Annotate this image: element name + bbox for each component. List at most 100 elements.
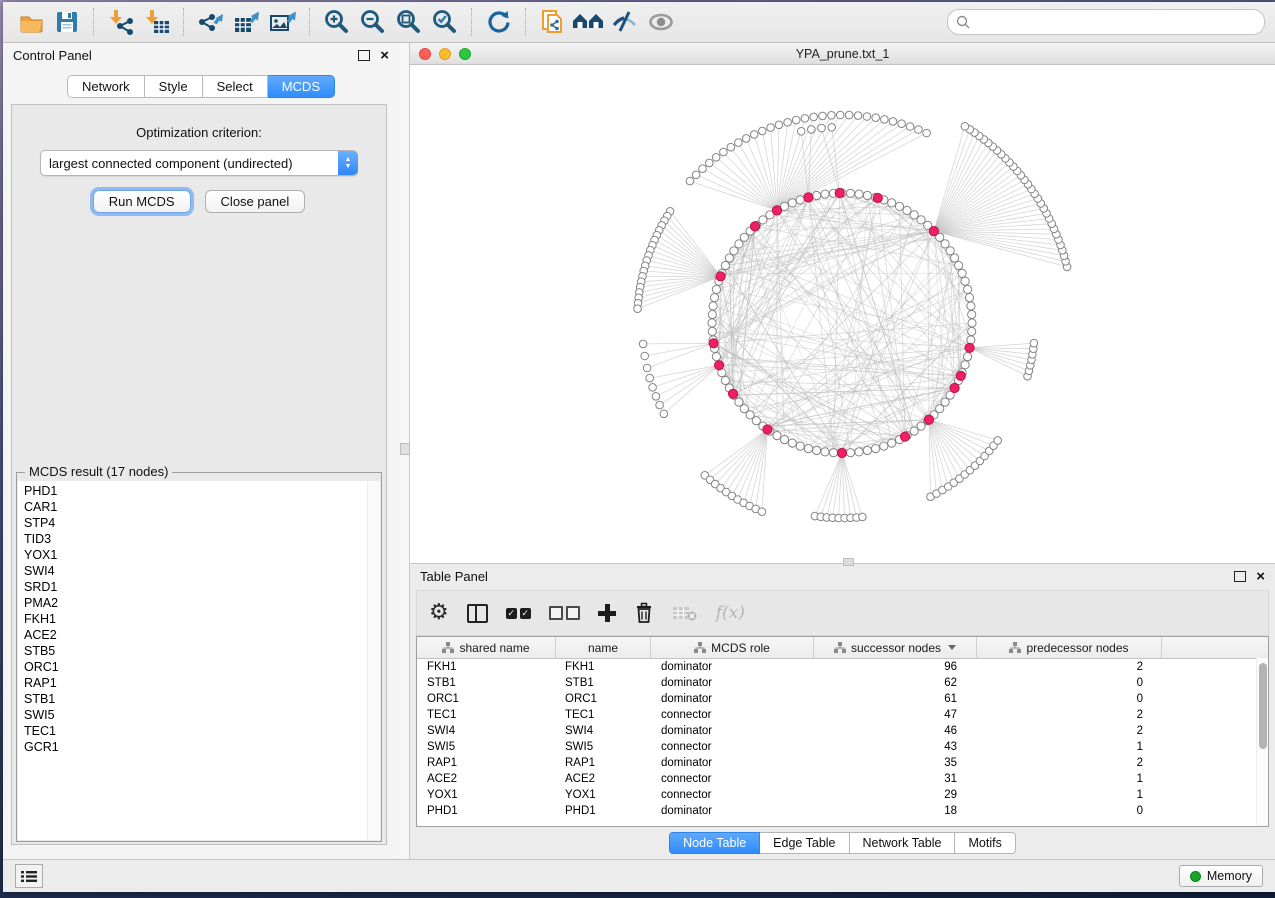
save-session-icon[interactable] — [49, 6, 85, 38]
tab-select[interactable]: Select — [203, 75, 268, 98]
table-row[interactable]: SWI5 SWI5 connector 43 1 — [417, 739, 1268, 755]
deselect-all-checkboxes-icon[interactable] — [549, 606, 580, 620]
mcds-list-scrollbar[interactable] — [367, 481, 380, 840]
table-row[interactable]: RAP1 RAP1 dominator 35 2 — [417, 755, 1268, 771]
select-all-checkboxes-icon[interactable]: ✓✓ — [506, 608, 531, 619]
control-panel: Control Panel × Network Style Select MCD… — [3, 43, 399, 859]
mcds-result-item[interactable]: SRD1 — [24, 579, 380, 595]
search-box[interactable] — [947, 9, 1265, 35]
mcds-result-item[interactable]: TEC1 — [24, 723, 380, 739]
show-all-icon[interactable] — [643, 6, 679, 38]
mcds-result-item[interactable]: STB5 — [24, 643, 380, 659]
delete-column-icon[interactable] — [634, 602, 654, 624]
table-row[interactable]: PHD1 PHD1 dominator 18 0 — [417, 803, 1268, 819]
vertical-splitter-handle[interactable] — [400, 443, 410, 455]
optimization-criterion-select[interactable]: largest connected component (undirected)… — [40, 150, 358, 176]
mcds-result-item[interactable]: PHD1 — [24, 483, 380, 499]
network-title: YPA_prune.txt_1 — [410, 47, 1275, 61]
mcds-result-item[interactable]: ACE2 — [24, 627, 380, 643]
table-options-gear-icon[interactable]: ⚙ — [429, 602, 449, 624]
mcds-result-item[interactable]: ORC1 — [24, 659, 380, 675]
mcds-result-item[interactable]: FKH1 — [24, 611, 380, 627]
tab-style[interactable]: Style — [145, 75, 203, 98]
add-column-icon[interactable] — [598, 604, 616, 622]
node-table-header: shared name name MCDS role successor nod… — [417, 637, 1268, 659]
tab-edge-table[interactable]: Edge Table — [760, 832, 849, 854]
column-header-predecessor-nodes[interactable]: predecessor nodes — [977, 637, 1162, 658]
tab-node-table[interactable]: Node Table — [669, 832, 760, 854]
duplicate-network-icon[interactable] — [535, 6, 571, 38]
toolbar-separator — [471, 8, 473, 36]
task-list-icon — [21, 870, 37, 883]
mcds-result-item[interactable]: TID3 — [24, 531, 380, 547]
run-mcds-button[interactable]: Run MCDS — [93, 190, 191, 213]
close-panel-icon[interactable]: × — [380, 48, 389, 63]
memory-status-icon — [1190, 871, 1201, 882]
tab-motifs[interactable]: Motifs — [955, 832, 1015, 854]
horizontal-splitter-handle[interactable] — [843, 558, 854, 566]
zoom-fit-icon[interactable] — [391, 6, 427, 38]
import-table-icon[interactable] — [139, 6, 175, 38]
zoom-selected-icon[interactable] — [427, 6, 463, 38]
column-header-mcds-role[interactable]: MCDS role — [651, 637, 814, 658]
column-header-successor-nodes[interactable]: successor nodes — [814, 637, 977, 658]
table-row[interactable]: YOX1 YOX1 connector 29 1 — [417, 787, 1268, 803]
mcds-result-item[interactable]: SWI5 — [24, 707, 380, 723]
mcds-result-title: MCDS result (17 nodes) — [25, 464, 172, 479]
task-history-button[interactable] — [15, 864, 43, 888]
mcds-result-item[interactable]: YOX1 — [24, 547, 380, 563]
zoom-in-icon[interactable] — [319, 6, 355, 38]
table-row[interactable]: FKH1 FKH1 dominator 96 2 — [417, 659, 1268, 675]
export-image-icon[interactable] — [265, 6, 301, 38]
float-panel-icon[interactable] — [358, 50, 370, 61]
mcds-result-item[interactable]: SWI4 — [24, 563, 380, 579]
delete-table-icon — [672, 604, 698, 622]
table-tabs: Node Table Edge Table Network Table Moti… — [410, 827, 1275, 859]
close-panel-button[interactable]: Close panel — [205, 190, 306, 213]
import-network-icon[interactable] — [103, 6, 139, 38]
network-canvas[interactable] — [410, 65, 1275, 563]
node-table-body: FKH1 FKH1 dominator 96 2 STB1 STB1 domin… — [417, 659, 1268, 819]
control-panel-title: Control Panel — [13, 48, 92, 63]
mcds-result-group: MCDS result (17 nodes) PHD1CAR1STP4TID3Y… — [16, 472, 382, 842]
first-neighbors-icon[interactable] — [571, 6, 607, 38]
node-table: shared name name MCDS role successor nod… — [416, 636, 1269, 827]
table-row[interactable]: TEC1 TEC1 connector 47 2 — [417, 707, 1268, 723]
table-panel-title: Table Panel — [420, 569, 488, 584]
tab-network[interactable]: Network — [67, 75, 145, 98]
toolbar-separator — [525, 8, 527, 36]
open-file-icon[interactable] — [13, 6, 49, 38]
zoom-out-icon[interactable] — [355, 6, 391, 38]
mcds-result-item[interactable]: RAP1 — [24, 675, 380, 691]
table-row[interactable]: ORC1 ORC1 dominator 61 0 — [417, 691, 1268, 707]
mcds-result-list[interactable]: PHD1CAR1STP4TID3YOX1SWI4SRD1PMA2FKH1ACE2… — [18, 481, 380, 840]
column-header-name[interactable]: name — [556, 637, 651, 658]
export-network-icon[interactable] — [193, 6, 229, 38]
table-scrollbar[interactable] — [1256, 658, 1268, 826]
vertical-splitter[interactable] — [399, 43, 410, 859]
apply-layout-icon[interactable] — [481, 6, 517, 38]
mcds-result-item[interactable]: CAR1 — [24, 499, 380, 515]
table-scrollbar-thumb[interactable] — [1259, 663, 1267, 749]
mcds-result-item[interactable]: STP4 — [24, 515, 380, 531]
table-row[interactable]: SWI4 SWI4 dominator 46 2 — [417, 723, 1268, 739]
mcds-result-item[interactable]: STB1 — [24, 691, 380, 707]
search-input[interactable] — [976, 14, 1256, 30]
close-table-panel-icon[interactable]: × — [1256, 569, 1265, 584]
export-table-icon[interactable] — [229, 6, 265, 38]
mcds-panel-body: Optimization criterion: largest connecte… — [11, 104, 387, 845]
mcds-result-item[interactable]: PMA2 — [24, 595, 380, 611]
column-header-shared-name[interactable]: shared name — [417, 637, 556, 658]
select-stepper-icon: ▲▼ — [338, 151, 358, 175]
float-table-panel-icon[interactable] — [1234, 571, 1246, 582]
show-columns-icon[interactable] — [467, 604, 488, 623]
tab-mcds[interactable]: MCDS — [268, 75, 335, 98]
memory-button[interactable]: Memory — [1179, 865, 1263, 887]
control-panel-tabs: Network Style Select MCDS — [3, 75, 399, 98]
network-graph[interactable] — [410, 65, 1274, 564]
tab-network-table[interactable]: Network Table — [850, 832, 956, 854]
hide-selected-icon[interactable] — [607, 6, 643, 38]
mcds-result-item[interactable]: GCR1 — [24, 739, 380, 755]
table-row[interactable]: STB1 STB1 dominator 62 0 — [417, 675, 1268, 691]
table-row[interactable]: ACE2 ACE2 connector 31 1 — [417, 771, 1268, 787]
